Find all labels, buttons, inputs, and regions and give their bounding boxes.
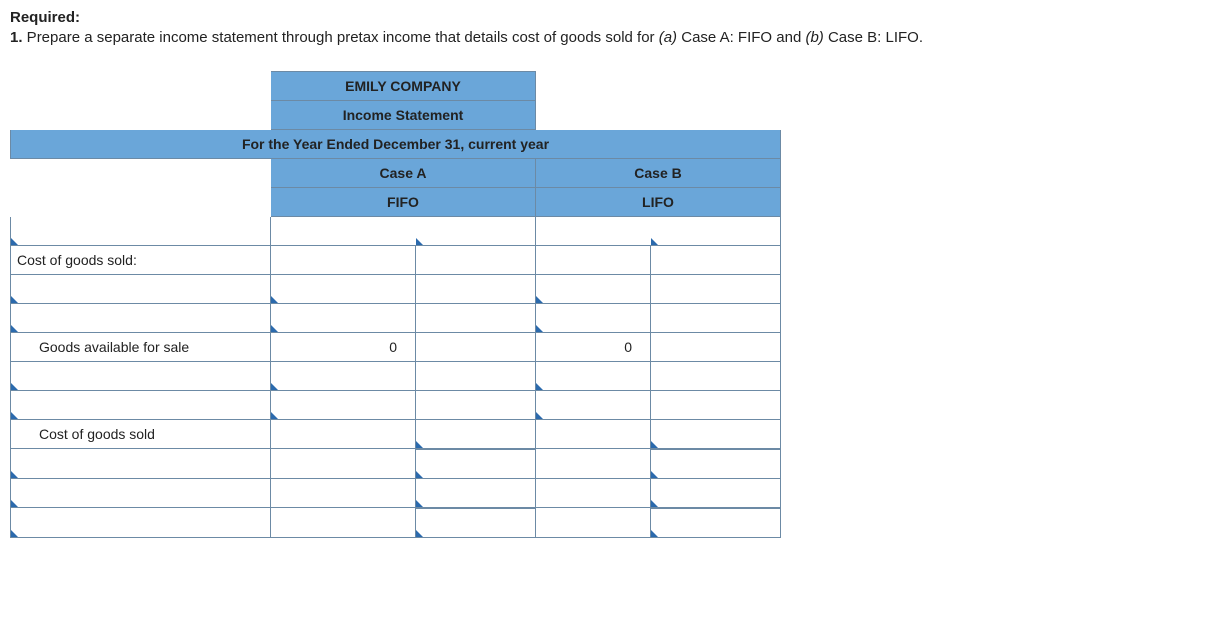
statement-title: Income Statement — [271, 100, 536, 129]
cogs-total-label: Cost of goods sold — [11, 419, 271, 449]
case-a-value-input[interactable] — [416, 216, 536, 245]
label-input[interactable] — [11, 449, 271, 479]
income-statement-table: EMILY COMPANY Income Statement For the Y… — [10, 71, 781, 538]
cogs-section-label: Cost of goods sold: — [11, 245, 271, 274]
label-input[interactable] — [11, 478, 271, 508]
case-a-sub-input[interactable] — [271, 361, 416, 390]
label-input[interactable] — [11, 216, 271, 245]
case-a-sub-input[interactable] — [271, 303, 416, 332]
goods-available-label: Goods available for sale — [11, 332, 271, 361]
case-a-header: Case A — [271, 158, 536, 187]
case-b-goods-available: 0 — [536, 332, 651, 361]
case-b-value-input[interactable] — [651, 449, 781, 479]
case-b-sub-input[interactable] — [536, 274, 651, 303]
prompt-part3: Case B: LIFO. — [824, 29, 923, 46]
company-name: EMILY COMPANY — [271, 71, 536, 100]
case-b-value-input[interactable] — [651, 419, 781, 449]
label-input[interactable] — [11, 508, 271, 538]
required-label: Required: — [10, 9, 80, 26]
case-a-value-input[interactable] — [416, 419, 536, 449]
case-b-sub-input[interactable] — [536, 390, 651, 419]
label-input[interactable] — [11, 303, 271, 332]
case-b-value-input[interactable] — [651, 478, 781, 508]
case-a-sub-input[interactable] — [271, 390, 416, 419]
prompt-a: (a) — [659, 29, 677, 46]
prompt-part1: Prepare a separate income statement thro… — [23, 29, 659, 46]
label-input[interactable] — [11, 390, 271, 419]
label-input[interactable] — [11, 361, 271, 390]
fifo-header: FIFO — [271, 187, 536, 216]
case-b-value-input[interactable] — [651, 216, 781, 245]
case-b-sub-input[interactable] — [536, 303, 651, 332]
prompt-b: (b) — [805, 29, 823, 46]
question-prompt: Required: 1. Prepare a separate income s… — [10, 8, 1195, 49]
case-b-value-input[interactable] — [651, 508, 781, 538]
case-a-value-input[interactable] — [416, 478, 536, 508]
lifo-header: LIFO — [536, 187, 781, 216]
statement-period: For the Year Ended December 31, current … — [11, 129, 781, 158]
case-b-sub-input[interactable] — [536, 361, 651, 390]
case-a-value-input[interactable] — [416, 508, 536, 538]
label-input[interactable] — [11, 274, 271, 303]
case-a-value-input[interactable] — [416, 449, 536, 479]
prompt-part2: Case A: FIFO and — [677, 29, 805, 46]
case-b-header: Case B — [536, 158, 781, 187]
case-a-sub-input[interactable] — [271, 274, 416, 303]
item-number: 1. — [10, 29, 23, 46]
case-a-goods-available: 0 — [271, 332, 416, 361]
